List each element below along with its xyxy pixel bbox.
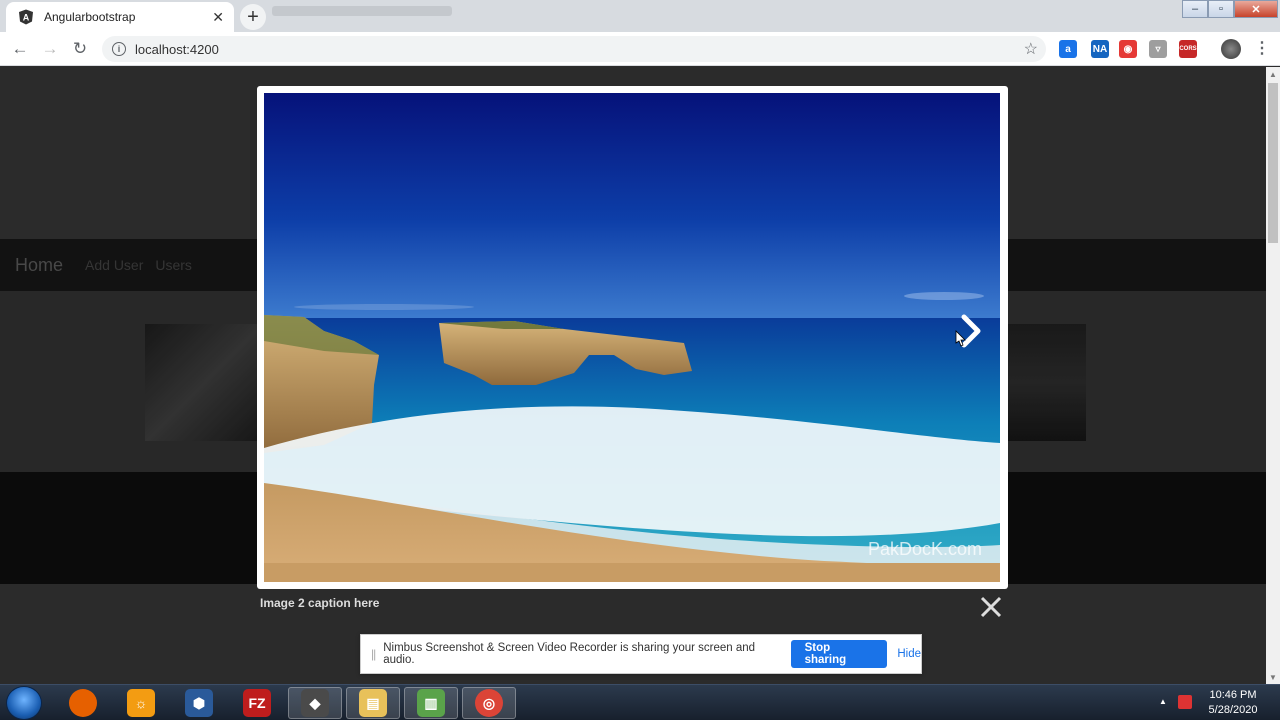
image-watermark: PakDocK.com (868, 539, 982, 559)
tab-title: Angularbootstrap (44, 10, 136, 24)
system-clock[interactable]: 10:46 PM 5/28/2020 (1200, 688, 1266, 718)
drag-handle-icon[interactable]: || (371, 647, 376, 661)
page-viewport: Home Add User Users PakDocK.com Image 2 … (0, 67, 1266, 684)
window-close-button[interactable]: ✕ (1234, 0, 1278, 18)
clock-time: 10:46 PM (1209, 689, 1257, 701)
taskbar-app-git-app[interactable]: ◆ (288, 687, 342, 719)
app-blue-hex-icon: ⬢ (185, 689, 213, 717)
extension-cors-icon[interactable]: CORS (1179, 40, 1197, 58)
new-tab-button[interactable]: + (240, 4, 266, 30)
extension-a-icon[interactable]: a (1059, 40, 1077, 58)
taskbar-app-chrome[interactable]: ◎ (462, 687, 516, 719)
angular-logo-icon: A (19, 9, 33, 25)
lightbox-container: PakDocK.com (257, 86, 1008, 589)
site-info-icon[interactable]: i (112, 42, 126, 56)
start-button[interactable] (6, 686, 42, 720)
browser-menu-icon[interactable]: ⋮ (1254, 38, 1270, 58)
firefox-icon (69, 689, 97, 717)
extension-shield-icon[interactable]: ▿ (1149, 40, 1167, 58)
git-app-icon: ◆ (301, 689, 329, 717)
tray-app-icon[interactable] (1178, 695, 1192, 709)
chrome-icon: ◎ (475, 689, 503, 717)
taskbar-app-firefox[interactable] (56, 687, 110, 719)
task-manager-icon: ▥ (417, 689, 445, 717)
stop-sharing-button[interactable]: Stop sharing (790, 640, 888, 668)
forward-arrow-icon[interactable]: → (40, 39, 60, 59)
extension-na-icon[interactable]: NA (1091, 40, 1109, 58)
svg-text:A: A (23, 13, 30, 23)
hide-button[interactable]: Hide (897, 648, 921, 660)
tray-overflow-icon[interactable]: ▲ (1159, 697, 1167, 706)
close-icon[interactable] (978, 594, 1004, 620)
lightbox-image: PakDocK.com (264, 93, 1000, 582)
clock-date: 5/28/2020 (1208, 704, 1258, 716)
reload-icon[interactable]: ↻ (70, 39, 90, 59)
browser-tab-active[interactable]: A Angularbootstrap ✕ (6, 2, 234, 32)
scrollbar-thumb[interactable] (1268, 83, 1278, 243)
url-text[interactable]: localhost:4200 (135, 42, 219, 57)
browser-toolbar: ← → ↻ i localhost:4200 ☆ a NA ◉ ▿ CORS ⋮ (0, 32, 1280, 66)
lightbox-caption: Image 2 caption here (260, 596, 380, 610)
beach-arch-photo: PakDocK.com (264, 93, 1000, 582)
screen-sharing-bar: || Nimbus Screenshot & Screen Video Reco… (360, 634, 922, 674)
bookmark-star-icon[interactable]: ☆ (1024, 39, 1038, 59)
page-scrollbar[interactable]: ▲ ▼ (1266, 67, 1280, 684)
sharing-message: Nimbus Screenshot & Screen Video Recorde… (383, 642, 756, 666)
taskbar-app-task-manager[interactable]: ▥ (404, 687, 458, 719)
profile-avatar[interactable] (1221, 39, 1241, 59)
back-arrow-icon[interactable]: ← (10, 39, 30, 59)
window-controls: ‒ ▫ ✕ (1182, 0, 1278, 18)
tab-strip: A Angularbootstrap ✕ + ‒ ▫ ✕ (0, 0, 1280, 32)
file-explorer-icon: ▤ (359, 689, 387, 717)
chevron-right-icon[interactable] (952, 311, 992, 351)
tab-close-icon[interactable]: ✕ (212, 9, 224, 26)
taskbar-app-file-explorer[interactable]: ▤ (346, 687, 400, 719)
taskbar-app-filezilla[interactable]: FZ (230, 687, 284, 719)
scroll-up-arrow-icon[interactable]: ▲ (1266, 67, 1280, 81)
window-minimize-button[interactable]: ‒ (1182, 0, 1208, 18)
address-bar[interactable]: i localhost:4200 ☆ (102, 36, 1046, 62)
scroll-down-arrow-icon[interactable]: ▼ (1266, 670, 1280, 684)
extension-record-icon[interactable]: ◉ (1119, 40, 1137, 58)
filezilla-icon: FZ (243, 689, 271, 717)
taskbar-app-app-orange[interactable]: ☼ (114, 687, 168, 719)
app-orange-icon: ☼ (127, 689, 155, 717)
taskbar-app-app-blue-hex[interactable]: ⬢ (172, 687, 226, 719)
window-maximize-button[interactable]: ▫ (1208, 0, 1234, 18)
windows-taskbar: ☼ ⬢ FZ ◆ ▤ ▥ ◎ ▲ 10:46 PM 5/28/2020 (0, 684, 1280, 720)
blurred-background-tabs (272, 6, 452, 16)
